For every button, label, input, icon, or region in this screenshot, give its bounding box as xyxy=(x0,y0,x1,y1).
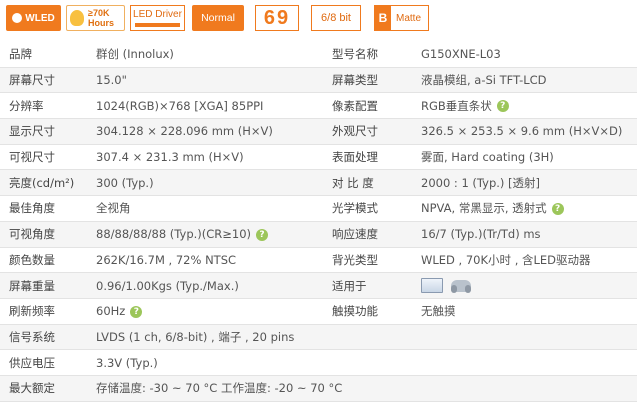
table-row: 品牌 群创 (Innolux) 型号名称 G150XNE-L03 xyxy=(0,42,637,68)
spec-value: WLED , 70K小时 , 含LED驱动器 xyxy=(412,247,637,274)
table-row: 刷新频率 60Hz? 触摸功能 无触摸 xyxy=(0,298,637,325)
spec-value: 326.5 × 253.5 × 9.6 mm (H×V×D) xyxy=(412,118,637,145)
lifetime-badge: ≥70K Hours xyxy=(66,5,125,31)
spec-key: 对 比 度 xyxy=(323,169,412,197)
spec-key: 可视尺寸 xyxy=(0,144,87,171)
spec-value: 1024(RGB)×768 [XGA] 85PPI xyxy=(87,92,323,120)
led-icon xyxy=(12,13,23,23)
table-row: 颜色数量 262K/16.7M , 72% NTSC 背光类型 WLED , 7… xyxy=(0,247,637,274)
table-row: 显示尺寸 304.128 × 228.096 mm (H×V) 外观尺寸 326… xyxy=(0,118,637,145)
spec-value: 15.0" xyxy=(87,67,323,94)
spec-key: 型号名称 xyxy=(323,42,412,68)
table-row: 最佳角度 全视角 光学模式 NPVA, 常黑显示, 透射式? xyxy=(0,195,637,222)
spec-value-cell: 88/88/88/88 (Typ.)(CR≥10)? xyxy=(87,221,323,248)
spec-value: 2000 : 1 (Typ.) [透射] xyxy=(412,169,637,197)
spec-key: 信号系统 xyxy=(0,324,87,351)
lifetime-label: ≥70K Hours xyxy=(88,8,114,28)
normal-badge: Normal xyxy=(192,5,244,31)
spec-key: 最佳角度 xyxy=(0,195,87,222)
matte-label: Matte xyxy=(396,12,422,24)
applications-cell xyxy=(412,272,637,299)
spec-key: 品牌 xyxy=(0,42,87,68)
six-nine-label: 69 xyxy=(263,6,291,29)
spec-value-cell: NPVA, 常黑显示, 透射式? xyxy=(412,195,637,222)
spec-key: 屏幕类型 xyxy=(323,67,412,94)
wled-label: WLED xyxy=(25,12,55,24)
spec-key: 显示尺寸 xyxy=(0,118,87,145)
lifetime-hours-unit: Hours xyxy=(88,18,115,28)
spec-key: 屏幕重量 xyxy=(0,272,87,299)
spec-key: 适用于 xyxy=(323,272,412,299)
help-icon[interactable]: ? xyxy=(256,228,269,241)
spec-key: 刷新频率 xyxy=(0,298,87,325)
spec-key: 背光类型 xyxy=(323,247,412,274)
spec-value: 无触摸 xyxy=(412,298,637,325)
table-row: 分辨率 1024(RGB)×768 [XGA] 85PPI 像素配置 RGB垂直… xyxy=(0,92,637,120)
spec-key: 光学模式 xyxy=(323,195,412,222)
bulb-icon xyxy=(70,10,84,26)
laptop-icon[interactable] xyxy=(421,278,443,294)
spec-value-cell: RGB垂直条状? xyxy=(412,92,637,120)
six-nine-badge: 69 xyxy=(255,5,299,31)
gamepad-icon[interactable] xyxy=(451,279,471,293)
spec-value: 存储温度: -30 ~ 70 °C 工作温度: -20 ~ 70 °C xyxy=(87,375,637,402)
help-icon[interactable]: ? xyxy=(551,202,564,215)
normal-label: Normal xyxy=(201,12,235,24)
spec-value: 88/88/88/88 (Typ.)(CR≥10) xyxy=(96,227,252,242)
wled-badge: WLED xyxy=(6,5,61,31)
driver-bar-icon xyxy=(135,23,180,27)
spec-key: 亮度(cd/m²) xyxy=(0,169,87,197)
spec-value: 16/7 (Typ.)(Tr/Td) ms xyxy=(412,221,637,248)
spec-value: 307.4 × 231.3 mm (H×V) xyxy=(87,144,323,171)
spec-key: 表面处理 xyxy=(323,144,412,171)
spec-value: 300 (Typ.) xyxy=(87,169,323,197)
help-icon[interactable]: ? xyxy=(496,100,509,113)
spec-key: 供应电压 xyxy=(0,349,87,376)
spec-value: 群创 (Innolux) xyxy=(87,42,323,68)
spec-value: 雾面, Hard coating (3H) xyxy=(412,144,637,171)
spec-key: 最大额定 xyxy=(0,375,87,402)
spec-value: 全视角 xyxy=(87,195,323,222)
spec-key: 像素配置 xyxy=(323,92,412,120)
led-driver-label: LED Driver xyxy=(133,9,182,20)
led-driver-badge: LED Driver xyxy=(130,5,185,31)
table-row: 屏幕重量 0.96/1.00Kgs (Typ./Max.) 适用于 xyxy=(0,272,637,299)
table-row: 可视尺寸 307.4 × 231.3 mm (H×V) 表面处理 雾面, Har… xyxy=(0,144,637,171)
spec-key: 响应速度 xyxy=(323,221,412,248)
spec-value: RGB垂直条状 xyxy=(421,98,492,113)
application-icons xyxy=(421,278,471,294)
spec-value: LVDS (1 ch, 6/8-bit) , 端子 , 20 pins xyxy=(87,324,637,351)
spec-key: 外观尺寸 xyxy=(323,118,412,145)
table-row: 可视角度 88/88/88/88 (Typ.)(CR≥10)? 响应速度 16/… xyxy=(0,221,637,248)
table-row: 最大额定 存储温度: -30 ~ 70 °C 工作温度: -20 ~ 70 °C xyxy=(0,375,637,402)
bit-depth-label: 6/8 bit xyxy=(321,12,351,24)
matte-letter-icon: B xyxy=(375,6,391,30)
spec-value: 液晶模组, a-Si TFT-LCD xyxy=(412,67,637,94)
feature-badges: WLED ≥70K Hours LED Driver Normal 69 6/8… xyxy=(0,0,637,40)
spec-key: 触摸功能 xyxy=(323,298,412,325)
spec-value: 3.3V (Typ.) xyxy=(87,349,637,376)
spec-key: 屏幕尺寸 xyxy=(0,67,87,94)
spec-table: 品牌 群创 (Innolux) 型号名称 G150XNE-L03 屏幕尺寸 15… xyxy=(0,42,637,402)
matte-badge: B Matte xyxy=(374,5,429,31)
spec-value: G150XNE-L03 xyxy=(412,42,637,68)
spec-value: 60Hz xyxy=(96,304,126,319)
spec-key: 可视角度 xyxy=(0,221,87,248)
spec-value: 304.128 × 228.096 mm (H×V) xyxy=(87,118,323,145)
help-icon[interactable]: ? xyxy=(130,305,143,318)
bit-depth-badge: 6/8 bit xyxy=(311,5,361,31)
lifetime-hours-value: ≥70K xyxy=(88,8,110,18)
spec-key: 分辨率 xyxy=(0,92,87,120)
table-row: 屏幕尺寸 15.0" 屏幕类型 液晶模组, a-Si TFT-LCD xyxy=(0,67,637,94)
table-row: 亮度(cd/m²) 300 (Typ.) 对 比 度 2000 : 1 (Typ… xyxy=(0,169,637,197)
spec-value-cell: 60Hz? xyxy=(87,298,323,325)
spec-value: 262K/16.7M , 72% NTSC xyxy=(87,247,323,274)
table-row: 供应电压 3.3V (Typ.) xyxy=(0,349,637,376)
spec-value: 0.96/1.00Kgs (Typ./Max.) xyxy=(87,272,323,299)
spec-key: 颜色数量 xyxy=(0,247,87,274)
spec-value: NPVA, 常黑显示, 透射式 xyxy=(421,201,547,216)
table-row: 信号系统 LVDS (1 ch, 6/8-bit) , 端子 , 20 pins xyxy=(0,324,637,351)
